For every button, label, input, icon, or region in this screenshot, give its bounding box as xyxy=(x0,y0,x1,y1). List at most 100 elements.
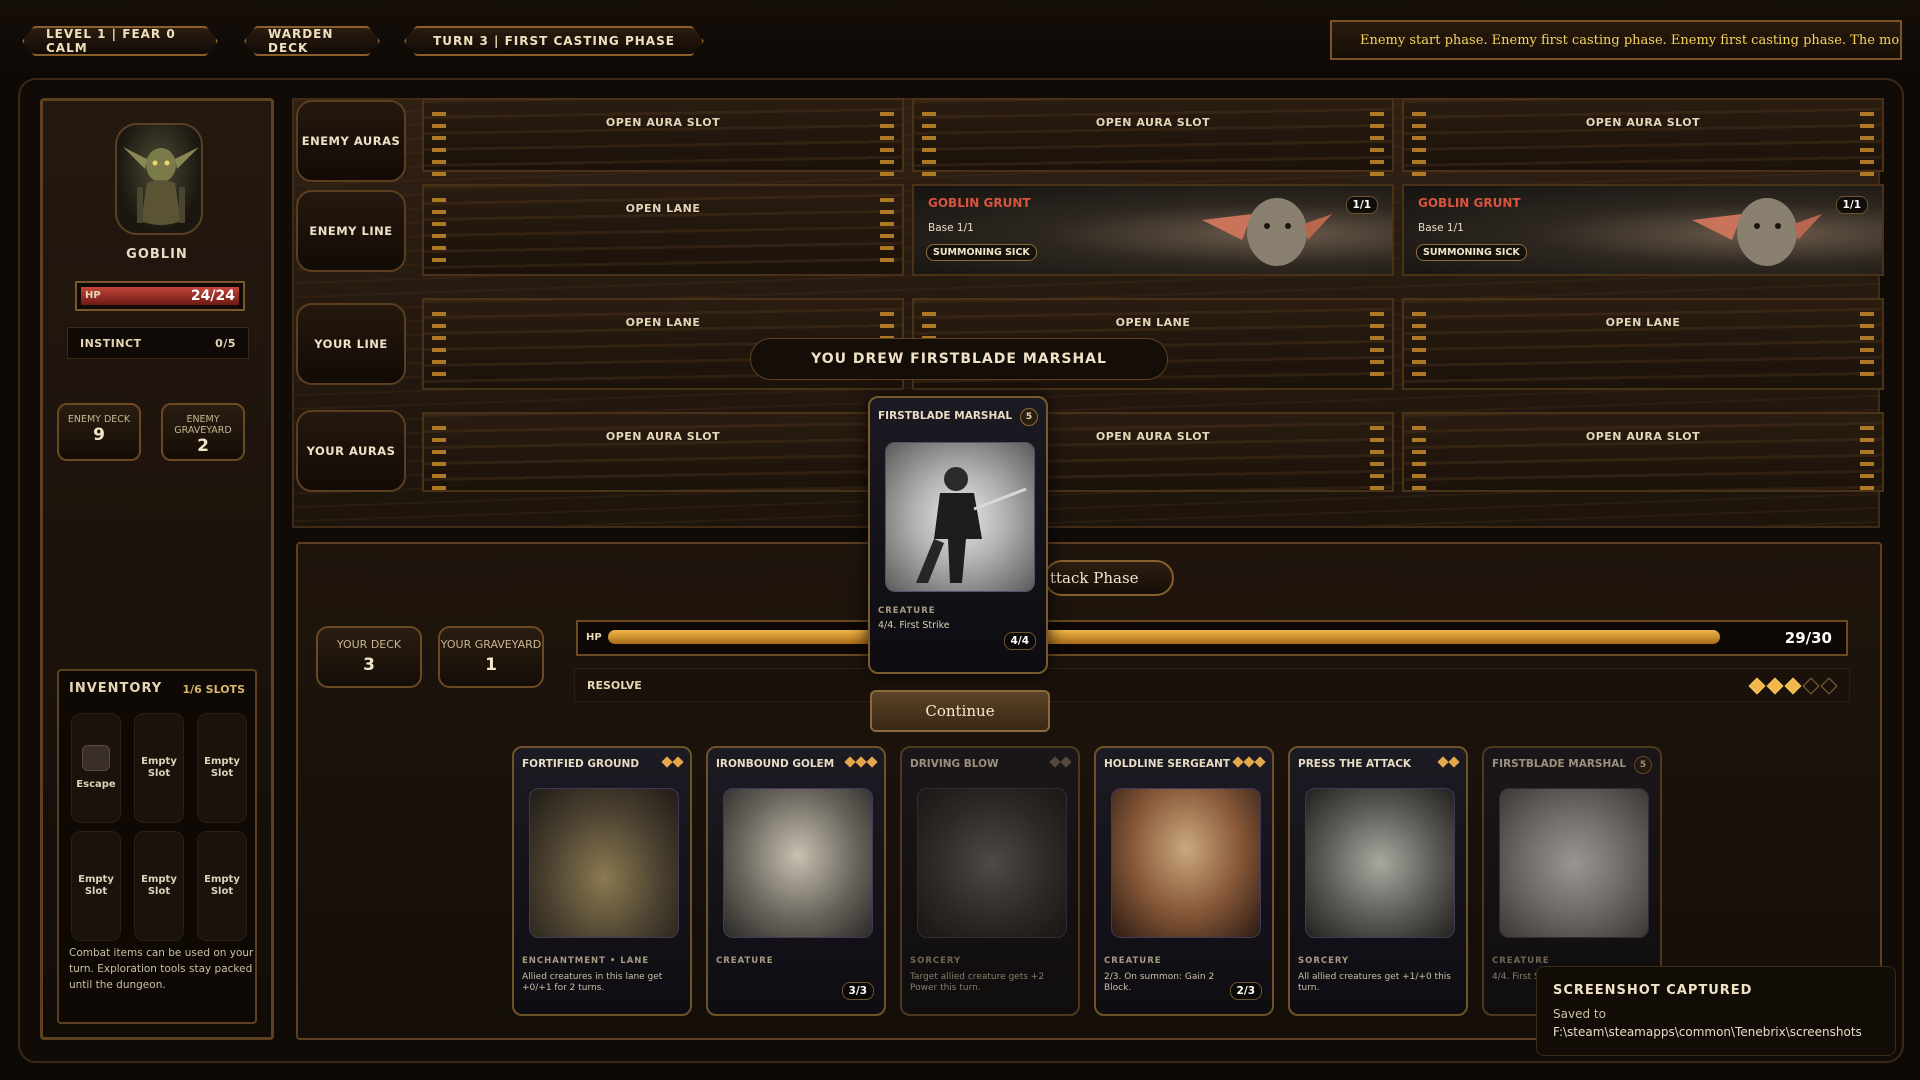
player-graveyard-counter[interactable]: YOUR GRAVEYARD 1 xyxy=(438,626,544,688)
player-hp-fill xyxy=(608,630,1720,644)
event-ticker-text: Enemy start phase. Enemy first casting p… xyxy=(1360,32,1902,48)
inventory-slot-label: Empty Slot xyxy=(78,874,114,897)
hand-card-cost-pips xyxy=(1049,756,1072,768)
resolve-bar: RESOLVE xyxy=(574,668,1850,702)
enemy-name: GOBLIN xyxy=(126,247,188,262)
deck-name-pill: WARDEN DECK xyxy=(244,26,380,56)
hand-card-name: HOLDLINE SERGEANT xyxy=(1104,758,1231,770)
cost-pip-icon xyxy=(672,756,684,768)
player-deck-counter[interactable]: YOUR DECK 3 xyxy=(316,626,422,688)
hand-card-name: IRONBOUND GOLEM xyxy=(716,758,835,770)
enemy-graveyard-counter[interactable]: ENEMY GRAVEYARD 2 xyxy=(161,403,245,461)
enemy-aura-slot[interactable]: OPEN AURA SLOT xyxy=(912,98,1394,178)
your-lane-open[interactable]: OPEN LANE xyxy=(1402,298,1884,390)
cost-pip-icon xyxy=(1232,756,1244,768)
resolve-pip-icon xyxy=(1820,677,1838,695)
hand-card-type: ENCHANTMENT • LANE xyxy=(522,956,650,966)
player-hp-bar: HP 29/30 xyxy=(576,620,1848,656)
enemy-deck-counter[interactable]: ENEMY DECK 9 xyxy=(57,403,141,461)
top-bar: LEVEL 1 | FEAR 0 CALM WARDEN DECK TURN 3… xyxy=(0,0,1920,78)
enemy-hp-label: HP xyxy=(85,290,101,301)
enemy-hp-value: 24/24 xyxy=(190,288,235,304)
draw-banner: YOU DREW FIRSTBLADE MARSHAL xyxy=(750,338,1168,380)
cost-pip-icon xyxy=(844,756,856,768)
escape-item-icon xyxy=(82,745,110,771)
drawn-card-cost: 5 xyxy=(1020,408,1038,426)
your-aura-slot-label: OPEN AURA SLOT xyxy=(1585,430,1701,443)
continue-button[interactable]: Continue xyxy=(870,690,1050,732)
hand-card-type: CREATURE xyxy=(716,956,774,966)
hand-card-art xyxy=(723,788,873,938)
hand-card-type: SORCERY xyxy=(1298,956,1350,966)
summoning-sick-badge: SUMMONING SICK xyxy=(926,244,1037,261)
cost-pip-icon xyxy=(1060,756,1072,768)
attack-phase-button[interactable]: ttack Phase xyxy=(1044,560,1174,596)
hand-card-text: 2/3. On summon: Gain 2 Block. xyxy=(1104,972,1215,993)
inventory-slot-label: Empty Slot xyxy=(141,756,177,779)
cost-pip-icon xyxy=(1437,756,1449,768)
inventory-slot-empty[interactable]: Empty Slot xyxy=(197,831,247,941)
toast-line: Saved to xyxy=(1553,1007,1606,1021)
hand-card-cost-pips xyxy=(1437,756,1460,768)
hand-card-name: FORTIFIED GROUND xyxy=(522,758,640,770)
inventory-slot-escape[interactable]: Escape xyxy=(71,713,121,823)
hand-card[interactable]: HOLDLINE SERGEANT CREATURE 2/3. On summon:… xyxy=(1094,746,1274,1016)
hand-card-art xyxy=(529,788,679,938)
cost-pip-icon xyxy=(1448,756,1460,768)
inventory-slot-empty[interactable]: Empty Slot xyxy=(71,831,121,941)
toast-path: F:\steam\steamapps\common\Tenebrix\scree… xyxy=(1553,1025,1862,1039)
hand-card[interactable]: PRESS THE ATTACK SORCERY All allied creatu… xyxy=(1288,746,1468,1016)
enemy-aura-slot-label: OPEN AURA SLOT xyxy=(1585,116,1701,129)
inventory-slot-empty[interactable]: Empty Slot xyxy=(197,713,247,823)
inventory-slot-empty[interactable]: Empty Slot xyxy=(134,831,184,941)
hand-card-text: Target allied creature gets +2 Power thi… xyxy=(910,972,1045,993)
enemy-lane-open[interactable]: OPEN LANE xyxy=(422,184,904,276)
hand-card-name: PRESS THE ATTACK xyxy=(1298,758,1412,770)
hand-card[interactable]: IRONBOUND GOLEM CREATURE 3/3 xyxy=(706,746,886,1016)
enemy-creature-goblin-grunt[interactable]: GOBLIN GRUNT Base 1/1 SUMMONING SICK 1/1 xyxy=(912,184,1394,276)
hand-card[interactable]: FORTIFIED GROUND ENCHANTMENT • LANE Allied… xyxy=(512,746,692,1016)
event-ticker: Enemy start phase. Enemy first casting p… xyxy=(1330,20,1902,60)
enemy-instinct: INSTINCT 0/5 xyxy=(67,327,249,359)
hand-card-art xyxy=(917,788,1067,938)
hand-card-cost-number: 5 xyxy=(1634,756,1652,774)
hand-card-text: Allied creatures in this lane get +0/+1 … xyxy=(522,972,663,993)
hand-card-power-toughness: 2/3 xyxy=(1229,982,1262,1000)
inventory-slot-label: Empty Slot xyxy=(141,874,177,897)
turn-phase-pill: TURN 3 | FIRST CASTING PHASE xyxy=(404,26,704,56)
player-hp-label: HP xyxy=(586,632,602,643)
enemy-deck-label: ENEMY DECK xyxy=(67,414,131,425)
enemy-aura-slot[interactable]: OPEN AURA SLOT xyxy=(422,98,904,178)
enemy-aura-slot-label: OPEN AURA SLOT xyxy=(605,116,721,129)
screenshot-toast: SCREENSHOT CAPTURED Saved to F:\steam\st… xyxy=(1536,966,1896,1056)
hand-card-art xyxy=(1111,788,1261,938)
hand-card-art xyxy=(1499,788,1649,938)
goblin-grunt-art-icon xyxy=(1692,198,1822,266)
creature-power-toughness: 1/1 xyxy=(1345,196,1378,214)
inventory-title: INVENTORY xyxy=(69,681,163,696)
cost-pip-icon xyxy=(1049,756,1061,768)
enemy-deck-count: 9 xyxy=(93,425,105,445)
drawn-card-name: FIRSTBLADE MARSHAL xyxy=(878,410,1013,422)
goblin-portrait-icon xyxy=(123,147,199,225)
hand-card-art xyxy=(1305,788,1455,938)
inventory-slot-label: Empty Slot xyxy=(204,874,240,897)
your-lane-label: OPEN LANE xyxy=(625,316,701,329)
cost-pip-icon xyxy=(661,756,673,768)
hand-card[interactable]: DRIVING BLOW SORCERY Target allied creatur… xyxy=(900,746,1080,1016)
enemy-hp-bar: HP 24/24 xyxy=(75,281,245,311)
enemy-creature-goblin-grunt[interactable]: GOBLIN GRUNT Base 1/1 SUMMONING SICK 1/1 xyxy=(1402,184,1884,276)
your-aura-slot[interactable]: OPEN AURA SLOT xyxy=(422,412,904,492)
player-graveyard-count: 1 xyxy=(485,655,497,675)
player-hp-value: 29/30 xyxy=(1784,629,1832,647)
enemy-lane-label: OPEN LANE xyxy=(625,202,701,215)
enemy-graveyard-label: ENEMY GRAVEYARD xyxy=(174,414,232,436)
your-aura-slot[interactable]: OPEN AURA SLOT xyxy=(1402,412,1884,492)
hand-card-type: CREATURE xyxy=(1104,956,1162,966)
knight-art-icon xyxy=(916,467,1027,583)
inventory-slot-empty[interactable]: Empty Slot xyxy=(134,713,184,823)
drawn-card[interactable]: FIRSTBLADE MARSHAL 5 CREATURE 4/4. First… xyxy=(868,396,1048,674)
resolve-pip-icon xyxy=(1748,677,1766,695)
instinct-value: 0/5 xyxy=(215,336,236,350)
enemy-aura-slot[interactable]: OPEN AURA SLOT xyxy=(1402,98,1884,178)
